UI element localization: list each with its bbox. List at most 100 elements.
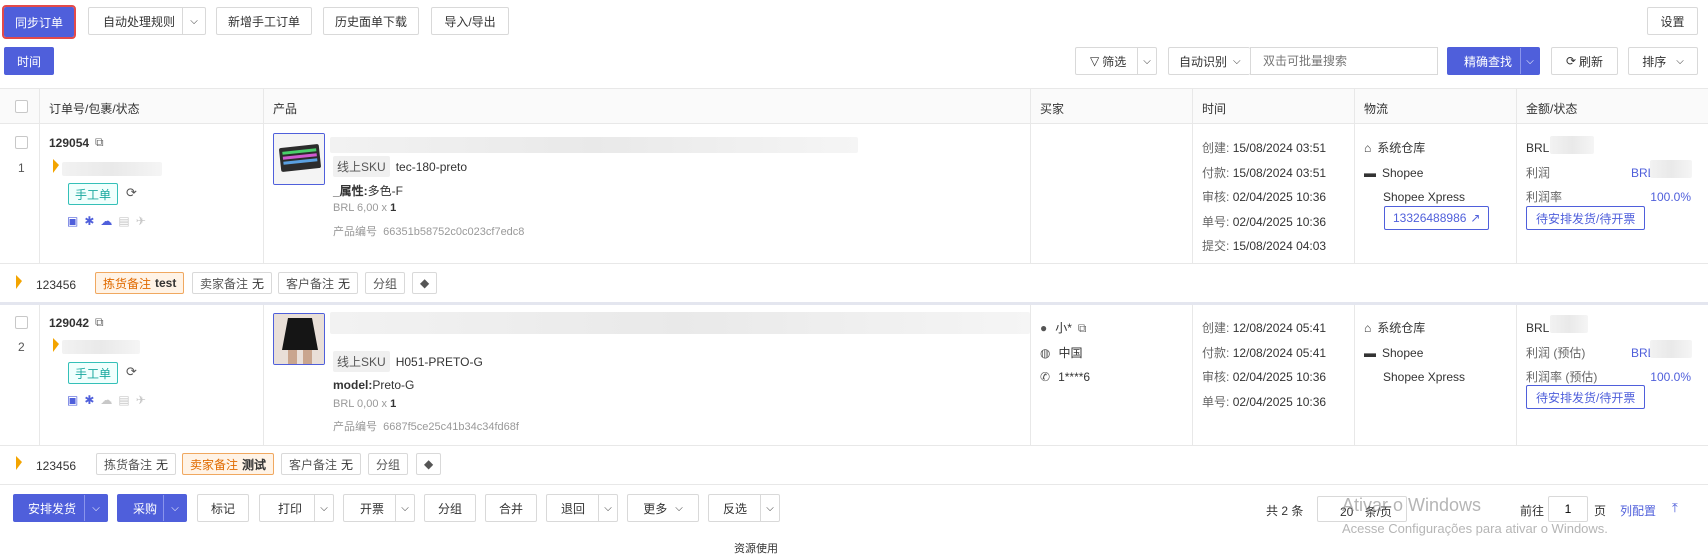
print-icon: ▤ (118, 393, 136, 407)
return-button[interactable]: 退回 ⌵ (546, 494, 618, 522)
purchase-button[interactable]: 采购 ⌵ (117, 494, 187, 522)
col-time: 时间 (1202, 102, 1227, 116)
pick-note-value: test (155, 276, 177, 290)
label-tag-icon[interactable]: ◆ (416, 453, 442, 475)
filter-icon: ▽ (1090, 54, 1100, 68)
logistics: ⌂ 系统仓库 ▬ Shopee Shopee Xpress (1364, 136, 1465, 210)
sort-button[interactable]: 排序 ⌵ (1628, 47, 1698, 75)
more-button[interactable]: 更多 ⌵ (627, 494, 699, 522)
invoice-button[interactable]: 开票 ⌵ (343, 494, 415, 522)
sku-value[interactable]: tec-180-preto (396, 160, 467, 174)
time-value: 12/08/2024 05:41 (1232, 345, 1327, 360)
chevron-down-icon[interactable]: ⌵ (315, 495, 333, 521)
chevron-down-icon[interactable]: ⌵ (1521, 48, 1539, 74)
chevron-down-icon[interactable]: ⌵ (761, 495, 779, 521)
plane-icon: ✈ (135, 214, 152, 228)
time-button[interactable]: 时间 (4, 47, 54, 75)
label-tag-icon[interactable]: ◆ (412, 272, 438, 294)
sync-orders-button[interactable]: 同步订单 (2, 5, 76, 39)
sync-icon[interactable]: ⟳ (126, 185, 137, 201)
external-link-icon: ↗ (1470, 211, 1481, 225)
refresh-icon: ⟳ (1565, 54, 1577, 68)
chevron-down-icon[interactable]: ⌵ (164, 495, 186, 521)
seller-note-tag[interactable]: 卖家备注无 (192, 272, 273, 294)
chevron-down-icon[interactable]: ⌵ (183, 8, 205, 34)
col-order: 订单号/包裹/状态 (49, 102, 140, 116)
sku-value[interactable]: H051-PRETO-G (396, 355, 483, 369)
customer-note-tag[interactable]: 客户备注无 (278, 272, 359, 294)
price: BRL 6,00 x (333, 202, 388, 214)
product-thumbnail[interactable] (273, 313, 325, 365)
time-label: 付款: (1202, 345, 1230, 360)
buyer-country: 中国 (1058, 345, 1083, 360)
customer-note-label: 客户备注 (289, 457, 338, 472)
profit-label: 利润 (预估) (1526, 345, 1586, 360)
page-input[interactable] (1548, 496, 1588, 522)
back-to-top-icon[interactable]: ⤒ (1672, 500, 1678, 516)
mark-button[interactable]: 标记 (197, 494, 249, 522)
warehouse-icon: ⌂ (1364, 141, 1372, 155)
flag-icon (53, 338, 59, 352)
invert-selection-button[interactable]: 反选 ⌵ (708, 494, 780, 522)
sync-icon[interactable]: ⟳ (126, 364, 137, 380)
merge-button[interactable]: 合并 (485, 494, 537, 522)
copy-icon[interactable]: ⧉ (1078, 321, 1087, 335)
time-value: 02/04/2025 10:36 (1232, 370, 1327, 384)
copy-icon[interactable]: ⧉ (95, 315, 104, 330)
total-count: 共 2 条 (1266, 504, 1304, 518)
copy-icon[interactable]: ⧉ (95, 135, 104, 150)
order-action-icons: ▣✱☁▤✈ (67, 214, 152, 228)
search-input[interactable] (1250, 47, 1438, 75)
group-button[interactable]: 分组 (424, 494, 476, 522)
user-icon: ● (1040, 321, 1048, 335)
group-tag[interactable]: 分组 (365, 272, 406, 294)
chevron-down-icon[interactable]: ⌵ (396, 495, 414, 521)
product-thumbnail[interactable] (273, 133, 325, 185)
gift-icon[interactable]: ✱ (84, 393, 100, 407)
pick-note-tag[interactable]: 拣货备注无 (96, 453, 177, 475)
select-all-checkbox[interactable] (15, 100, 28, 113)
time-list: 创建: 12/08/2024 05:41 付款: 12/08/2024 05:4… (1202, 316, 1326, 414)
tracking-link[interactable]: 13326488986 ↗ (1384, 206, 1490, 230)
chevron-down-icon: ⌵ (675, 502, 683, 514)
refresh-button[interactable]: ⟳ 刷新 (1551, 47, 1618, 75)
history-download-button[interactable]: 历史面单下载 (323, 7, 419, 35)
filter-button[interactable]: ▽ 筛选 ⌵ (1075, 47, 1157, 75)
new-manual-order-button[interactable]: 新增手工订单 (216, 7, 312, 35)
column-config-link[interactable]: 列配置 (1620, 502, 1656, 519)
row-checkbox[interactable] (15, 316, 28, 329)
chevron-down-icon[interactable]: ⌵ (599, 495, 617, 521)
status-badge[interactable]: 待安排发货/待开票 (1526, 385, 1646, 409)
customer-note-tag[interactable]: 客户备注无 (281, 453, 362, 475)
print-button[interactable]: 打印 ⌵ (259, 494, 334, 522)
cloud-upload-icon[interactable]: ☁ (100, 214, 118, 228)
order-number[interactable]: 129054 (49, 136, 89, 150)
auto-detect-select[interactable]: 自动识别 ⌵ (1168, 47, 1250, 75)
auto-rules-button[interactable]: 自动处理规则 ⌵ (88, 7, 206, 35)
gift-icon[interactable]: ✱ (84, 214, 100, 228)
pick-note-tag[interactable]: 拣货备注 test (95, 272, 185, 294)
settings-button[interactable]: 设置 (1647, 7, 1698, 35)
service: Shopee Xpress (1383, 370, 1466, 384)
cash-icon[interactable]: ▣ (67, 393, 84, 407)
import-export-button[interactable]: 导入/导出 (431, 7, 509, 35)
arrange-ship-button[interactable]: 安排发货 ⌵ (13, 494, 108, 522)
invert-label: 反选 (723, 501, 748, 516)
group-tag[interactable]: 分组 (368, 453, 409, 475)
seller-note-tag[interactable]: 卖家备注 测试 (182, 453, 275, 475)
tracking-number: 13326488986 (1393, 211, 1467, 225)
time-label: 审核: (1202, 190, 1230, 204)
time-label: 付款: (1202, 165, 1230, 180)
precise-search-button[interactable]: 精确查找 ⌵ (1447, 47, 1540, 75)
chevron-down-icon[interactable]: ⌵ (85, 495, 107, 521)
status-badge[interactable]: 待安排发货/待开票 (1526, 206, 1646, 230)
carrier: Shopee (1382, 165, 1424, 180)
cash-icon[interactable]: ▣ (67, 214, 84, 228)
order-number[interactable]: 129042 (49, 316, 89, 330)
refresh-label: 刷新 (1579, 54, 1604, 69)
plane-icon: ✈ (135, 393, 152, 407)
order-action-icons: ▣✱☁▤✈ (67, 393, 152, 407)
chevron-down-icon[interactable]: ⌵ (1138, 48, 1156, 74)
qty: 1 (390, 398, 397, 410)
row-checkbox[interactable] (15, 136, 28, 149)
